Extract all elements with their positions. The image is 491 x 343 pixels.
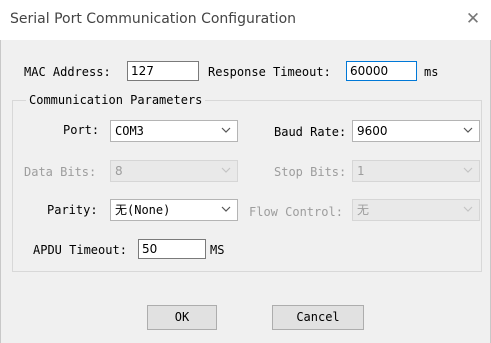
window-border-left xyxy=(0,40,1,343)
response-timeout-unit: ms xyxy=(424,65,439,79)
flow-control-select[interactable]: 无 xyxy=(352,199,480,221)
response-timeout-label: Response Timeout: xyxy=(208,65,331,79)
baud-rate-value: 9600 xyxy=(357,124,388,138)
apdu-timeout-unit: MS xyxy=(210,243,225,257)
cancel-button[interactable]: Cancel xyxy=(272,305,364,330)
ok-button[interactable]: OK xyxy=(147,305,217,330)
window-title: Serial Port Communication Configuration xyxy=(10,11,297,27)
apdu-timeout-label: APDU Timeout: xyxy=(33,243,127,257)
chevron-down-icon xyxy=(221,205,231,213)
baud-rate-select[interactable]: 9600 xyxy=(352,120,480,142)
data-bits-label: Data Bits: xyxy=(24,165,97,179)
data-bits-select[interactable]: 8 xyxy=(110,160,238,182)
mac-address-label: MAC Address: xyxy=(24,65,111,79)
flow-control-value: 无 xyxy=(357,203,370,217)
parity-select[interactable]: 无(None) xyxy=(110,199,238,221)
parity-label: Parity: xyxy=(47,203,98,217)
port-value: COM3 xyxy=(115,124,144,138)
chevron-down-icon xyxy=(221,166,231,174)
stop-bits-value: 1 xyxy=(357,164,365,178)
port-label: Port: xyxy=(63,123,100,137)
apdu-timeout-input[interactable]: 50 xyxy=(138,239,206,259)
chevron-down-icon xyxy=(463,126,473,134)
data-bits-value: 8 xyxy=(115,164,123,178)
parity-value: 无(None) xyxy=(115,203,171,217)
response-timeout-input[interactable]: 60000 xyxy=(346,61,417,81)
title-bar: Serial Port Communication Configuration … xyxy=(0,0,491,40)
communication-parameters-legend: Communication Parameters xyxy=(26,93,206,107)
stop-bits-label: Stop Bits: xyxy=(274,165,347,179)
port-select[interactable]: COM3 xyxy=(110,120,238,142)
mac-address-input[interactable]: 127 xyxy=(127,61,199,81)
flow-control-label: Flow Control: xyxy=(249,205,343,219)
chevron-down-icon xyxy=(221,126,231,134)
baud-rate-label: Baud Rate: xyxy=(274,125,347,139)
stop-bits-select[interactable]: 1 xyxy=(352,160,480,182)
close-icon[interactable]: ✕ xyxy=(462,8,484,30)
chevron-down-icon xyxy=(463,166,473,174)
chevron-down-icon xyxy=(463,205,473,213)
